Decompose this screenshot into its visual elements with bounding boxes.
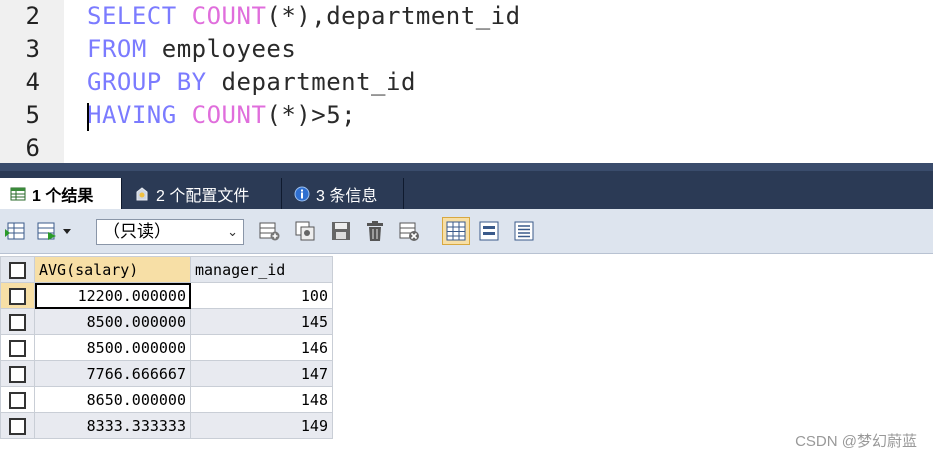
table-row[interactable]: 8500.000000 146 (0, 334, 333, 361)
column-header-avg-salary[interactable]: AVG(salary) (34, 256, 191, 283)
sql-editor[interactable]: 2 SELECT COUNT(*),department_id 3 FROM empl… (0, 0, 933, 163)
table-row[interactable]: 8650.000000 148 (0, 386, 333, 413)
table-row[interactable]: 8500.000000 145 (0, 308, 333, 335)
line-number: 6 (25, 134, 40, 162)
grid-view-icon[interactable] (442, 217, 470, 245)
tab-results[interactable]: 1 个结果 (0, 178, 122, 209)
delete-icon[interactable] (364, 220, 386, 242)
grid-header-row: AVG(salary) manager_id (0, 256, 333, 283)
code-text: FROM employees (87, 33, 296, 66)
copy-grid-dropdown-icon[interactable] (36, 220, 76, 242)
code-text: GROUP BY department_id (87, 66, 416, 99)
row-checkbox[interactable] (0, 360, 35, 387)
profile-icon (134, 186, 150, 202)
table-row[interactable]: 12200.000000 100 (0, 282, 333, 309)
code-token-func: COUNT (191, 2, 267, 30)
export-grid-icon[interactable] (4, 220, 26, 242)
cell-manager-id[interactable]: 148 (190, 386, 333, 413)
watermark: CSDN @梦幻蔚蓝 (795, 433, 917, 450)
result-mode-select[interactable]: （只读） ⌄ (96, 219, 244, 245)
cell-manager-id[interactable]: 146 (190, 334, 333, 361)
tab-messages[interactable]: 3 条信息 (284, 178, 404, 209)
form-view-icon[interactable] (478, 220, 500, 242)
row-checkbox[interactable] (0, 308, 35, 335)
code-token-ident: (*),department_id (266, 2, 521, 30)
info-icon (294, 186, 310, 202)
row-checkbox[interactable] (0, 282, 35, 309)
result-grid[interactable]: AVG(salary) manager_id 12200.000000 100 85… (0, 256, 333, 439)
table-row[interactable]: 8333.333333 149 (0, 412, 333, 439)
code-token-func: COUNT (191, 101, 267, 129)
result-tabs-bar: 1 个结果 2 个配置文件 3 条信息 (0, 163, 933, 209)
code-text: SELECT COUNT(*),department_id (87, 0, 521, 33)
code-token-keyword: GROUP BY (87, 68, 222, 96)
cell-manager-id[interactable]: 145 (190, 308, 333, 335)
code-token-keyword: HAVING (87, 101, 192, 129)
cancel-changes-icon[interactable] (398, 220, 420, 242)
code-token-ident: employees (161, 35, 297, 63)
line-number: 5 (25, 101, 40, 129)
results-toolbar: （只读） ⌄ (0, 209, 933, 254)
text-caret (87, 103, 89, 131)
add-row-icon[interactable] (258, 220, 280, 242)
tab-profiles[interactable]: 2 个配置文件 (124, 178, 282, 209)
code-line: 6 (0, 132, 933, 163)
line-number: 4 (25, 68, 40, 96)
row-checkbox[interactable] (0, 386, 35, 413)
code-token-ident: department_id (221, 68, 416, 96)
select-all-checkbox[interactable] (0, 256, 35, 283)
tab-messages-label: 3 条信息 (316, 187, 378, 205)
row-checkbox[interactable] (0, 412, 35, 439)
cell-manager-id[interactable]: 149 (190, 412, 333, 439)
line-number: 2 (25, 2, 40, 30)
code-line: 3 FROM employees (0, 33, 933, 66)
text-view-icon[interactable] (513, 220, 535, 242)
duplicate-row-icon[interactable] (294, 220, 316, 242)
tab-profiles-label: 2 个配置文件 (156, 187, 250, 205)
grid-body: 12200.000000 100 8500.000000 145 8500.000000… (0, 282, 333, 439)
line-number: 3 (25, 35, 40, 63)
code-token-keyword: FROM (87, 35, 162, 63)
tab-results-label: 1 个结果 (32, 187, 94, 205)
chevron-down-icon: ⌄ (227, 224, 238, 239)
cell-avg-salary[interactable]: 8333.333333 (34, 412, 191, 439)
cell-manager-id[interactable]: 100 (190, 282, 333, 309)
cell-avg-salary[interactable]: 7766.666667 (34, 360, 191, 387)
column-header-manager-id[interactable]: manager_id (190, 256, 333, 283)
code-token-keyword: SELECT (87, 2, 192, 30)
result-mode-value: （只读） (103, 222, 171, 241)
save-icon[interactable] (330, 220, 352, 242)
table-row[interactable]: 7766.666667 147 (0, 360, 333, 387)
code-line: 2 SELECT COUNT(*),department_id (0, 0, 933, 33)
code-token-ident: (*)>5; (266, 101, 357, 129)
code-line: 5 HAVING COUNT(*)>5; (0, 99, 933, 132)
cell-manager-id[interactable]: 147 (190, 360, 333, 387)
code-text: HAVING COUNT(*)>5; (87, 99, 356, 132)
cell-avg-salary[interactable]: 8500.000000 (34, 334, 191, 361)
row-checkbox[interactable] (0, 334, 35, 361)
cell-avg-salary[interactable]: 8650.000000 (34, 386, 191, 413)
cell-avg-salary[interactable]: 12200.000000 (34, 282, 191, 309)
code-line: 4 GROUP BY department_id (0, 66, 933, 99)
result-grid-icon (10, 186, 26, 202)
cell-avg-salary[interactable]: 8500.000000 (34, 308, 191, 335)
